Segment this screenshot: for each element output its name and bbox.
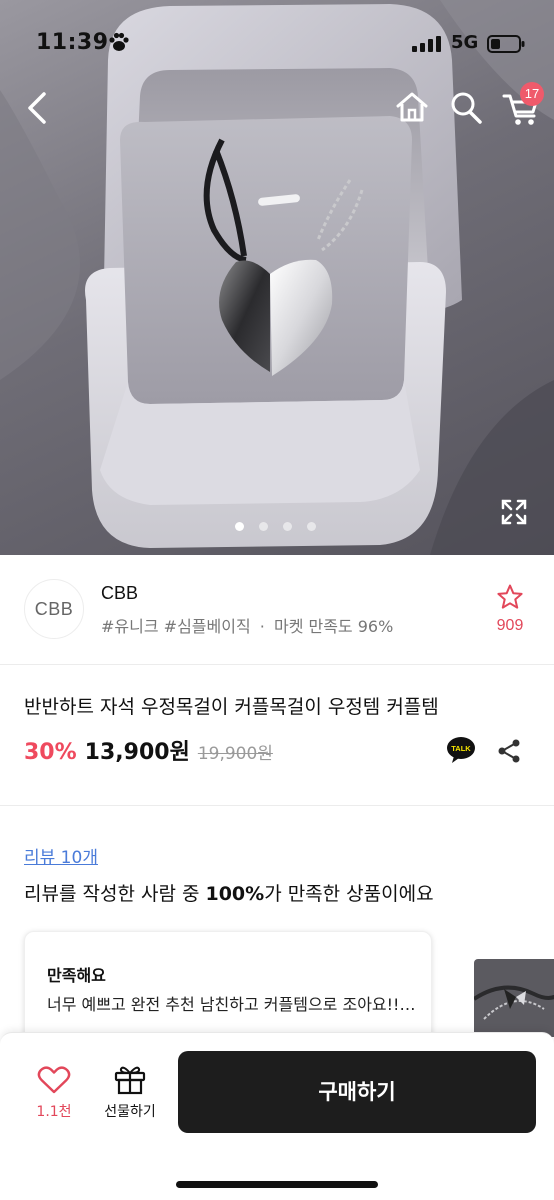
review-satisfaction-percent: 100%: [205, 883, 265, 905]
sale-price: 13,900원: [84, 740, 190, 765]
original-price: 19,900원: [197, 744, 273, 764]
talk-label: TALK: [451, 744, 471, 753]
status-bar: 11:39 5G: [0, 26, 554, 66]
gallery-page-indicator: [235, 516, 331, 531]
kakao-talk-icon[interactable]: TALK: [446, 736, 476, 764]
gallery-dot[interactable]: [235, 522, 244, 531]
bottom-action-bar: 1.1천 선물하기 구매하기: [0, 1032, 554, 1200]
review-card[interactable]: 만족해요 너무 예쁘고 완전 추천 남친하고 커플템으로 조아요!!…: [24, 931, 432, 1037]
review-summary-suffix: 가 만족한 상품이에요: [264, 883, 434, 905]
paw-icon: [109, 32, 129, 51]
status-time: 11:39: [36, 30, 109, 55]
store-tags: #유니크 #심플베이직 · 마켓 만족도 96%: [101, 613, 393, 637]
store-info[interactable]: CBB CBB #유니크 #심플베이직 · 마켓 만족도 96% 909: [0, 555, 554, 665]
back-button[interactable]: [20, 88, 56, 128]
like-button[interactable]: 1.1천: [28, 1065, 80, 1121]
cart-count-badge: 17: [520, 82, 544, 106]
heart-icon: [37, 1066, 71, 1094]
share-icon[interactable]: [496, 738, 522, 764]
store-name[interactable]: CBB: [101, 583, 138, 604]
gift-icon: [114, 1066, 146, 1095]
signal-icon: [412, 36, 441, 52]
product-info: 반반하트 자석 우정목걸이 커플목걸이 우정템 커플템 30% 13,900원 19…: [0, 666, 554, 806]
search-button[interactable]: [448, 88, 484, 126]
product-photo: [0, 0, 554, 555]
gallery-dot[interactable]: [259, 522, 268, 531]
review-rating-label: 만족해요: [47, 966, 106, 985]
reviews-section: 리뷰 10개 리뷰를 작성한 사람 중 100%가 만족한 상품이에요 만족해요…: [0, 807, 554, 1037]
gallery-dot[interactable]: [283, 522, 292, 531]
cart-button[interactable]: 17: [500, 82, 546, 128]
store-tag[interactable]: #유니크: [101, 617, 159, 636]
store-favorite-count: 909: [496, 617, 524, 634]
battery-icon: [487, 35, 525, 53]
gallery-dot[interactable]: [307, 522, 316, 531]
home-button[interactable]: [392, 88, 432, 126]
store-favorite-button[interactable]: 909: [490, 583, 530, 635]
gift-label: 선물하기: [104, 1104, 156, 1120]
tag-separator: ·: [259, 617, 265, 636]
discount-rate: 30%: [24, 740, 77, 765]
gift-button[interactable]: 선물하기: [96, 1063, 164, 1123]
review-count-link[interactable]: 리뷰 10개: [24, 843, 98, 868]
network-type: 5G: [451, 32, 479, 53]
product-title: 반반하트 자석 우정목걸이 커플목걸이 우정템 커플템: [24, 696, 439, 718]
review-photo-thumbnail[interactable]: [474, 959, 554, 1037]
market-satisfaction: 마켓 만족도 96%: [273, 617, 394, 636]
store-tag[interactable]: #심플베이직: [164, 617, 251, 636]
product-image-gallery[interactable]: 11:39 5G 17: [0, 0, 554, 555]
review-summary: 리뷰를 작성한 사람 중 100%가 만족한 상품이에요: [24, 879, 434, 906]
like-count: 1.1천: [36, 1104, 72, 1120]
home-indicator: [176, 1181, 378, 1188]
review-text: 너무 예쁘고 완전 추천 남친하고 커플템으로 조아요!!…: [47, 995, 416, 1014]
buy-button[interactable]: 구매하기: [178, 1051, 536, 1133]
store-logo[interactable]: CBB: [24, 579, 84, 639]
star-icon: [497, 584, 523, 609]
review-summary-prefix: 리뷰를 작성한 사람 중: [24, 883, 206, 905]
price-row: 30% 13,900원 19,900원: [24, 734, 273, 766]
expand-icon[interactable]: [500, 498, 528, 526]
